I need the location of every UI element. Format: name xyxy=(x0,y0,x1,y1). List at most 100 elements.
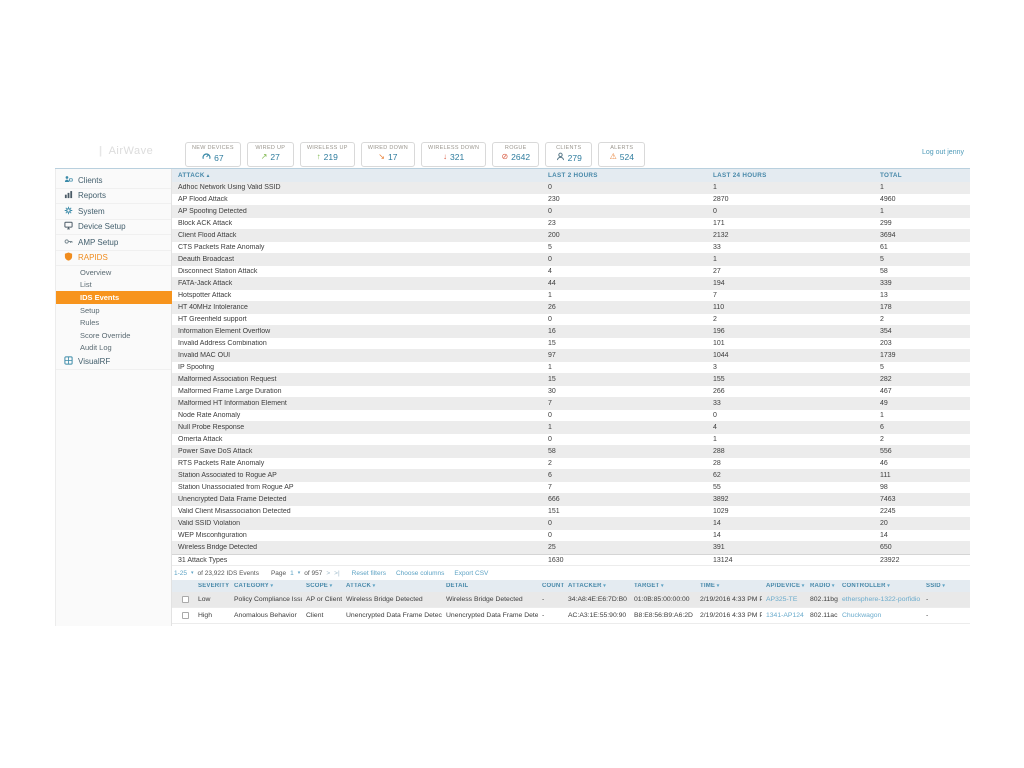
events-col-detail[interactable]: DETAIL xyxy=(442,583,538,589)
sidebar-item-device-setup[interactable]: Device Setup xyxy=(56,220,171,236)
events-col-time[interactable]: TIME ▾ xyxy=(696,583,762,589)
attack-row: Malformed HT Information Element73349 xyxy=(172,398,970,410)
stat-box-alerts[interactable]: ALERTS⚠524 xyxy=(598,142,645,167)
event-ap-device[interactable]: AP325-TE xyxy=(762,596,806,603)
events-col-severity[interactable]: SEVERITY ▾ xyxy=(194,583,230,589)
pagination-bar: 1-25▾ of 23,922 IDS Events Page 1▾ of 95… xyxy=(172,566,970,580)
chevron-down-icon[interactable]: ▾ xyxy=(328,583,332,589)
sidebar-subitem-setup[interactable]: Setup xyxy=(56,304,171,317)
event-radio: 802.11ac xyxy=(806,612,838,619)
stat-box-wired-up[interactable]: WIRED UP↗27 xyxy=(247,142,294,167)
summary-col-last-24-hours[interactable]: LAST 24 HOURS xyxy=(707,172,874,179)
page-number-dropdown[interactable]: 1 xyxy=(290,570,294,577)
chevron-down-icon[interactable]: ▾ xyxy=(800,583,804,589)
event-ap-device[interactable]: 1341-AP124 xyxy=(762,612,806,619)
attack-count: 49 xyxy=(874,400,970,407)
event-controller[interactable]: ethersphere-1322-porfidio xyxy=(838,596,922,603)
sidebar-subitem-list[interactable]: List xyxy=(56,279,171,292)
chevron-down-icon[interactable]: ▾ xyxy=(269,583,273,589)
action-link-choose-columns[interactable]: Choose columns xyxy=(396,570,444,577)
chevron-down-icon[interactable]: ▾ xyxy=(886,583,890,589)
attack-count: 467 xyxy=(874,388,970,395)
sidebar-item-system[interactable]: System xyxy=(56,204,171,220)
attack-count: 26 xyxy=(542,304,707,311)
chevron-down-icon[interactable]: ▾ xyxy=(659,583,663,589)
chevron-down-icon[interactable]: ▾ xyxy=(371,583,375,589)
events-col-controller[interactable]: CONTROLLER ▾ xyxy=(838,583,922,589)
logout-link[interactable]: Log out jenny xyxy=(922,149,964,156)
events-col-target[interactable]: TARGET ▾ xyxy=(630,583,696,589)
attack-row: Adhoc Network Using Valid SSID011 xyxy=(172,182,970,194)
sidebar-subitem-audit-log[interactable]: Audit Log xyxy=(56,342,171,355)
attack-name: Deauth Broadcast xyxy=(172,256,542,263)
stat-label: WIRED DOWN xyxy=(368,145,408,151)
stat-box-rogue[interactable]: ROGUE⊘2642 xyxy=(492,142,539,167)
events-col-attacker[interactable]: ATTACKER ▾ xyxy=(564,583,630,589)
attack-count: 194 xyxy=(707,280,874,287)
event-scope: AP or Client xyxy=(302,596,342,603)
attack-count: 5 xyxy=(874,364,970,371)
events-col-count[interactable]: COUNT xyxy=(538,583,564,589)
attack-count: 110 xyxy=(707,304,874,311)
gauge-icon xyxy=(202,152,211,163)
sidebar-item-clients[interactable]: Clients xyxy=(56,173,171,189)
sidebar-subitem-ids-events[interactable]: IDS Events xyxy=(56,291,172,304)
sidebar-item-amp-setup[interactable]: AMP Setup xyxy=(56,235,171,251)
next-page-button[interactable]: > xyxy=(326,570,330,577)
totals-count: 13124 xyxy=(707,557,874,564)
attack-count: 33 xyxy=(707,400,874,407)
sidebar-subitem-score-override[interactable]: Score Override xyxy=(56,329,171,342)
events-col-ap-device[interactable]: AP/DEVICE ▾ xyxy=(762,583,806,589)
stat-box-wired-down[interactable]: WIRED DOWN ↘17 xyxy=(361,142,415,167)
action-link-export-csv[interactable]: Export CSV xyxy=(454,570,488,577)
sort-ascending-icon: ▴ xyxy=(207,173,210,179)
stat-number: 2642 xyxy=(511,152,530,162)
attack-name: HT 40MHz Intolerance xyxy=(172,304,542,311)
stat-value: ↓321 xyxy=(428,152,479,162)
last-page-button[interactable]: >| xyxy=(334,570,339,577)
chevron-down-icon[interactable]: ▾ xyxy=(941,583,945,589)
events-col-scope[interactable]: SCOPE ▾ xyxy=(302,583,342,589)
attack-count: 33 xyxy=(707,244,874,251)
attack-count: 3694 xyxy=(874,232,970,239)
stat-label: NEW DEVICES xyxy=(192,145,234,151)
stat-box-wireless-down[interactable]: WIRELESS DOWN↓321 xyxy=(421,142,486,167)
sidebar-subitem-overview[interactable]: Overview xyxy=(56,266,171,279)
sidebar-item-reports[interactable]: Reports xyxy=(56,189,171,205)
stat-number: 17 xyxy=(388,152,397,162)
events-col-category[interactable]: CATEGORY ▾ xyxy=(230,583,302,589)
chevron-down-icon[interactable]: ▾ xyxy=(715,583,719,589)
stat-box-wireless-up[interactable]: WIRELESS UP↑219 xyxy=(300,142,355,167)
attack-count: 13 xyxy=(874,292,970,299)
attack-row: Hotspotter Attack1713 xyxy=(172,290,970,302)
summary-col-total[interactable]: TOTAL xyxy=(874,172,970,179)
chevron-down-icon[interactable]: ▾ xyxy=(191,570,194,576)
sidebar-item-rapids[interactable]: RAPIDS xyxy=(56,251,171,267)
attack-count: 1029 xyxy=(707,508,874,515)
chevron-down-icon[interactable]: ▾ xyxy=(830,583,834,589)
summary-col-last-2-hours[interactable]: LAST 2 HOURS xyxy=(542,172,707,179)
attack-count: 4960 xyxy=(874,196,970,203)
summary-col-attack[interactable]: ATTACK▴ xyxy=(172,172,542,179)
stat-value: ⊘2642 xyxy=(499,152,532,162)
stat-box-clients[interactable]: CLIENTS279 xyxy=(545,142,592,167)
chevron-down-icon[interactable]: ▾ xyxy=(602,583,606,589)
chevron-down-icon[interactable]: ▾ xyxy=(298,570,301,576)
event-controller[interactable]: Chuckwagon xyxy=(838,612,922,619)
sidebar-item-visualrf[interactable]: VisualRF xyxy=(56,354,171,370)
attack-totals-row: 31 Attack Types16301312423922 xyxy=(172,554,970,566)
action-link-reset-filters[interactable]: Reset filters xyxy=(352,570,386,577)
stat-box-new-devices[interactable]: NEW DEVICES67 xyxy=(185,142,241,167)
events-col-attack[interactable]: ATTACK ▾ xyxy=(342,583,442,589)
system-icon xyxy=(64,206,73,217)
events-col-ssid[interactable]: SSID ▾ xyxy=(922,583,970,589)
checkbox-cell xyxy=(172,612,194,619)
attack-row: HT Greenfield support022 xyxy=(172,314,970,326)
row-checkbox[interactable] xyxy=(182,612,189,619)
wired-down-icon: ↘ xyxy=(378,153,385,161)
events-col-radio[interactable]: RADIO ▾ xyxy=(806,583,838,589)
row-checkbox[interactable] xyxy=(182,596,189,603)
attack-name: Unencrypted Data Frame Detected xyxy=(172,496,542,503)
sidebar-subitem-rules[interactable]: Rules xyxy=(56,316,171,329)
rows-per-page-dropdown[interactable]: 1-25 xyxy=(174,570,187,577)
